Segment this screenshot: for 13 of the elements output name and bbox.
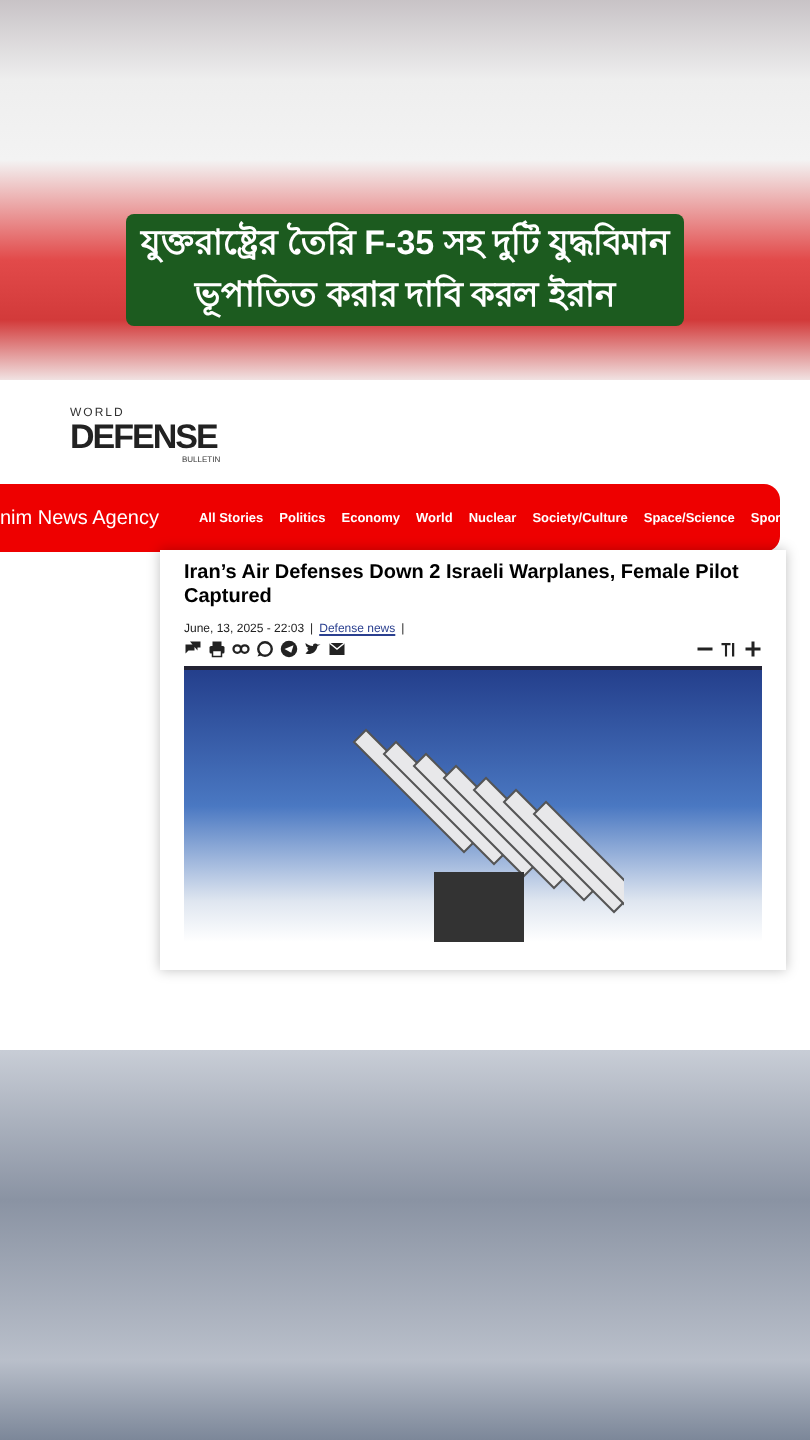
bird-icon[interactable] (304, 640, 322, 658)
caption-line: যুক্তরাষ্ট্রের তৈরি F-35 সহ দুটি যুদ্ধবিমান (141, 218, 669, 267)
article-title: Iran’s Air Defenses Down 2 Israeli Warplanes, Female Pilot Captured (184, 562, 741, 610)
text-size-icon[interactable] (720, 640, 738, 658)
agency-name[interactable]: nim News Agency (0, 507, 159, 529)
chat-bubble-icon[interactable] (256, 640, 274, 658)
plus-icon[interactable] (744, 640, 762, 658)
print-icon[interactable] (208, 640, 226, 658)
mail-icon[interactable] (328, 640, 346, 658)
link-icon[interactable] (232, 640, 250, 658)
comment-icon[interactable] (184, 640, 202, 658)
paper-plane-icon[interactable] (280, 640, 298, 658)
caption-line: ভূপাতিত করার দাবি করল ইরান (195, 272, 615, 322)
